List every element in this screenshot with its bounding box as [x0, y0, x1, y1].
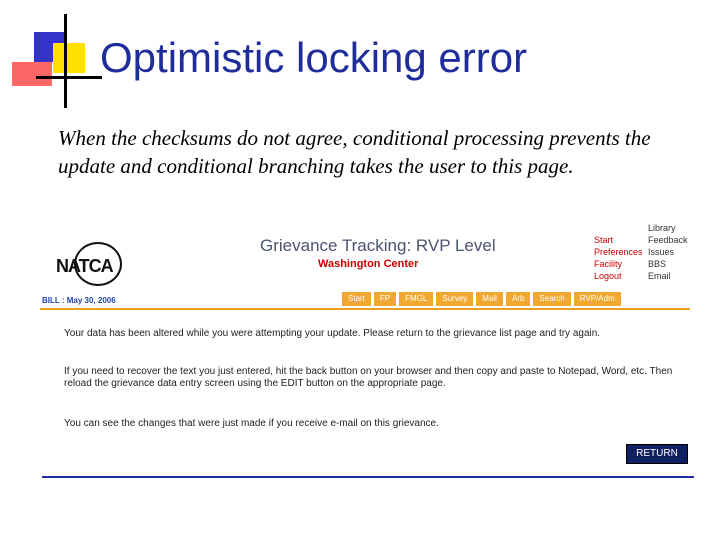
nav-link-start[interactable]: Start — [594, 234, 643, 246]
logo-text: NATCA — [56, 256, 114, 276]
nav-left-menu: Start Preferences Facility Logout — [594, 234, 643, 282]
nav-link-library[interactable]: Library — [648, 222, 688, 234]
tab-arb[interactable]: Arb — [505, 292, 531, 306]
slide-body-text: When the checksums do not agree, conditi… — [58, 126, 651, 178]
tab-fmgl[interactable]: FMGL — [399, 292, 434, 306]
decor-red-square — [12, 62, 52, 86]
tab-start[interactable]: Start — [342, 292, 371, 306]
header-divider — [40, 308, 690, 310]
nav-link-issues[interactable]: Issues — [648, 246, 688, 258]
tab-survey[interactable]: Survey — [436, 292, 474, 306]
user-date-label: BILL : May 30, 2006 — [42, 296, 116, 305]
nav-link-preferences[interactable]: Preferences — [594, 246, 643, 258]
decor-yellow-square — [53, 43, 85, 73]
natca-logo: NATCA — [46, 226, 126, 286]
message-recover: If you need to recover the text you just… — [64, 366, 673, 389]
tab-fp[interactable]: FP — [373, 292, 397, 306]
nav-link-facility[interactable]: Facility — [594, 258, 643, 270]
app-subtitle: Washington Center — [318, 258, 419, 270]
message-altered: Your data has been altered while you wer… — [64, 328, 601, 339]
message-changes: You can see the changes that were just m… — [64, 418, 439, 429]
app-title: Grievance Tracking: RVP Level — [260, 236, 496, 255]
decor-horizontal-line — [36, 76, 102, 79]
nav-link-email[interactable]: Email — [648, 270, 688, 282]
return-button[interactable]: RETURN — [626, 444, 688, 464]
tab-search[interactable]: Search — [533, 292, 571, 306]
embedded-screenshot: NATCA Grievance Tracking: RVP Level Wash… — [38, 214, 692, 480]
nav-link-feedback[interactable]: Feedback — [648, 234, 688, 246]
tab-bar: Start FP FMGL Survey Mail Arb Search RVP… — [342, 292, 621, 306]
decor-vertical-line — [64, 14, 67, 108]
nav-link-bbs[interactable]: BBS — [648, 258, 688, 270]
nav-link-logout[interactable]: Logout — [594, 270, 643, 282]
bottom-divider — [42, 476, 694, 478]
nav-right-menu: Library Feedback Issues BBS Email — [648, 222, 688, 282]
tab-rvp-admin[interactable]: RVP/Adm — [573, 292, 621, 306]
tab-mail[interactable]: Mail — [476, 292, 503, 306]
slide-title: Optimistic locking error — [100, 34, 528, 81]
